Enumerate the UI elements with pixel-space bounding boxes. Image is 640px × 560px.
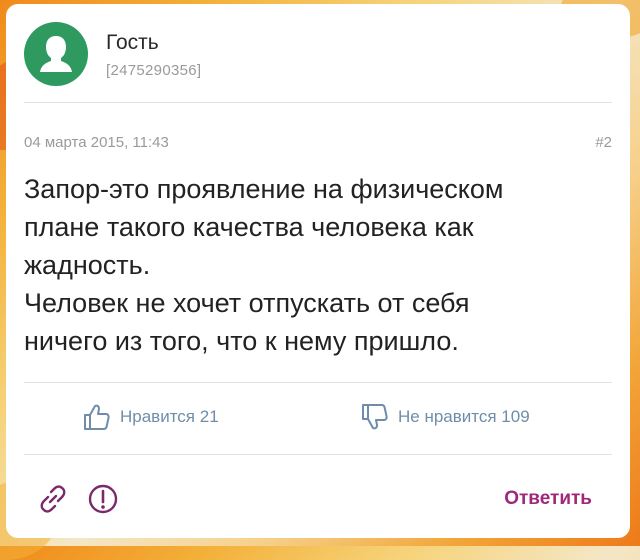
comment-number[interactable]: #2 bbox=[595, 134, 612, 151]
actions-bar: Ответить bbox=[6, 480, 630, 520]
thumbs-up-icon bbox=[84, 404, 110, 430]
comment-text-line: плане такого качества человека как bbox=[24, 212, 474, 242]
like-label: Нравится 21 bbox=[120, 407, 219, 426]
comment-date: 04 марта 2015, 11:43 bbox=[24, 134, 169, 151]
comment-text-line: Запор-это проявление на физическом bbox=[24, 174, 504, 204]
header-divider bbox=[24, 102, 612, 103]
dislike-label: Не нравится 109 bbox=[398, 407, 530, 426]
reactions-bar: Нравится 21 Не нравится 109 bbox=[6, 402, 630, 438]
thumbs-down-icon bbox=[362, 404, 388, 430]
exclamation-circle-icon bbox=[88, 484, 118, 514]
text-divider bbox=[24, 382, 612, 383]
report-button[interactable] bbox=[86, 482, 120, 521]
link-icon bbox=[40, 485, 66, 513]
comment-header: Гость [2475290356] bbox=[24, 22, 201, 86]
comment-text-line: жадность. bbox=[24, 250, 151, 280]
comment-text-line: Человек не хочет отпускать от себя bbox=[24, 288, 470, 318]
reactions-divider bbox=[24, 454, 612, 455]
author-name[interactable]: Гость bbox=[106, 30, 201, 56]
comment-text-line: ничего из того, что к нему пришло. bbox=[24, 326, 459, 356]
link-button[interactable] bbox=[36, 482, 70, 521]
author-id: [2475290356] bbox=[106, 61, 202, 79]
author-block: Гость [2475290356] bbox=[106, 30, 201, 79]
comment-card: Гость [2475290356] 04 марта 2015, 11:43 … bbox=[6, 4, 630, 538]
dislike-button[interactable]: Не нравится 109 bbox=[360, 402, 530, 432]
comment-text: Запор-это проявление на физическом плане… bbox=[24, 170, 614, 360]
like-button[interactable]: Нравится 21 bbox=[82, 402, 219, 432]
person-silhouette-icon bbox=[40, 36, 72, 72]
reply-button[interactable]: Ответить bbox=[504, 488, 592, 510]
comment-meta: 04 марта 2015, 11:43 #2 bbox=[24, 134, 612, 151]
avatar bbox=[24, 22, 88, 86]
